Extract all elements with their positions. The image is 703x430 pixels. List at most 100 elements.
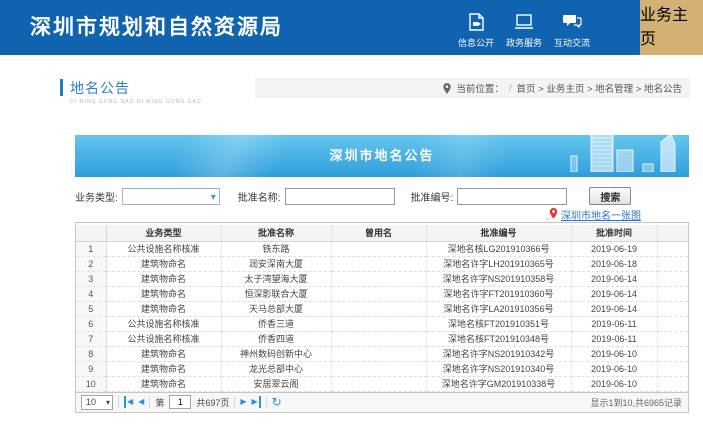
- col-header-approval-date: 批准时间: [571, 225, 657, 241]
- cell-business-type: 建筑物命名: [106, 301, 221, 316]
- table-row[interactable]: 7 公共设施名称核准 侨香四道 深地名核FT201910348号 2019-06…: [76, 331, 688, 346]
- cell-former-name: [331, 376, 426, 391]
- table-header-row: 业务类型 批准名称 曾用名 批准编号 批准时间: [76, 225, 688, 241]
- table-row[interactable]: 5 建筑物命名 天马总部大厦 深地名许字LA201910356号 2019-06…: [76, 301, 688, 316]
- cell-approved-name: 太子湾望海大厦: [221, 271, 331, 286]
- cell-approved-name: 铁东路: [221, 241, 331, 256]
- cell-approved-name: 安居翠云阁: [221, 376, 331, 391]
- banner-title: 深圳市地名公告: [75, 135, 689, 177]
- chevron-down-icon: ▾: [106, 396, 110, 409]
- pagination-controls: 10 ▾ ◀ ◀ 第 共697页 ▶ ▶ ↻: [76, 395, 590, 410]
- first-page-button[interactable]: ◀: [124, 396, 133, 408]
- chevron-down-icon: ▾: [211, 190, 216, 205]
- cell-business-type: 建筑物命名: [106, 286, 221, 301]
- table-row[interactable]: 8 建筑物命名 神州数码创新中心 深地名许字NS201910342号 2019-…: [76, 346, 688, 361]
- pagination-bar: 10 ▾ ◀ ◀ 第 共697页 ▶ ▶ ↻ 显示1到10,共6965记录: [75, 393, 689, 413]
- approved-name-input[interactable]: [285, 188, 395, 205]
- cell-approval-number: 深地名许字NS201910358号: [426, 271, 571, 286]
- business-type-select[interactable]: ▾: [122, 188, 220, 205]
- page-size-value: 10: [86, 397, 96, 407]
- table-body: 1 公共设施名称核准 铁东路 深地名核LG201910366号 2019-06-…: [76, 241, 688, 391]
- cell-business-type: 建筑物命名: [106, 256, 221, 271]
- row-index: 5: [76, 301, 106, 316]
- divider: [149, 396, 150, 408]
- cell-gutter: [657, 376, 688, 391]
- nav-item-info-disclosure[interactable]: 信息公开: [452, 0, 500, 55]
- last-page-button[interactable]: ▶: [252, 396, 261, 408]
- cell-former-name: [331, 286, 426, 301]
- col-header-former-name: 曾用名: [331, 225, 426, 241]
- row-index: 8: [76, 346, 106, 361]
- page-prefix-label: 第: [155, 396, 164, 409]
- cell-approval-date: 2019-06-10: [571, 346, 657, 361]
- approval-number-input[interactable]: [457, 188, 567, 205]
- map-link-row: 深圳市地名一张图: [75, 207, 689, 222]
- refresh-icon[interactable]: ↻: [272, 396, 282, 408]
- page: 深圳市规划和自然资源局 信息公开 政务服务 互动交流: [0, 0, 703, 430]
- row-index: 9: [76, 361, 106, 376]
- next-page-button[interactable]: ▶: [240, 396, 246, 408]
- cell-business-type: 建筑物命名: [106, 346, 221, 361]
- document-icon: [468, 11, 485, 33]
- results-table-wrap: 业务类型 批准名称 曾用名 批准编号 批准时间 1 公共设施名称核准 铁东路: [75, 222, 689, 393]
- section-accent-bar: [60, 79, 63, 96]
- nav-item-label: 互动交流: [554, 36, 590, 49]
- business-type-label: 业务类型:: [75, 189, 118, 204]
- top-nav: 信息公开 政务服务 互动交流: [452, 0, 596, 55]
- cell-approved-name: 侨香三道: [221, 316, 331, 331]
- cell-approval-date: 2019-06-14: [571, 271, 657, 286]
- divider: [266, 396, 267, 408]
- table-row[interactable]: 1 公共设施名称核准 铁东路 深地名核LG201910366号 2019-06-…: [76, 241, 688, 256]
- cell-approval-date: 2019-06-11: [571, 316, 657, 331]
- table-row[interactable]: 6 公共设施名称核准 侨香三道 深地名核FT201910351号 2019-06…: [76, 316, 688, 331]
- col-header-approval-number: 批准编号: [426, 225, 571, 241]
- total-pages-label: 共697页: [196, 396, 229, 409]
- cell-gutter: [657, 241, 688, 256]
- breadcrumb-prefix: 当前位置：: [456, 81, 504, 95]
- cell-business-type: 建筑物命名: [106, 271, 221, 286]
- search-button[interactable]: 搜索: [589, 187, 631, 205]
- cell-former-name: [331, 346, 426, 361]
- page-number-input[interactable]: [169, 395, 191, 409]
- nav-item-interaction[interactable]: 互动交流: [548, 0, 596, 55]
- city-map-link[interactable]: 深圳市地名一张图: [561, 207, 641, 222]
- cell-approved-name: 神州数码创新中心: [221, 346, 331, 361]
- cell-approval-number: 深地名许字FT201910360号: [426, 286, 571, 301]
- panel-banner: 深圳市地名公告: [75, 135, 689, 177]
- breadcrumb-path[interactable]: 首页 > 业务主页 > 地名管理 > 地名公告: [517, 81, 682, 95]
- page-size-select[interactable]: 10 ▾: [81, 395, 113, 410]
- row-index: 2: [76, 256, 106, 271]
- cell-gutter: [657, 256, 688, 271]
- divider: [234, 396, 235, 408]
- cell-approval-date: 2019-06-19: [571, 241, 657, 256]
- row-index: 1: [76, 241, 106, 256]
- table-row[interactable]: 10 建筑物命名 安居翠云阁 深地名许字GM201910338号 2019-06…: [76, 376, 688, 391]
- cell-approved-name: 龙光总部中心: [221, 361, 331, 376]
- table-row[interactable]: 2 建筑物命名 润安深南大厦 深地名许字LH201910365号 2019-06…: [76, 256, 688, 271]
- nav-item-gov-services[interactable]: 政务服务: [500, 0, 548, 55]
- nav-item-business-home[interactable]: 业务主页: [640, 0, 703, 55]
- cell-gutter: [657, 316, 688, 331]
- site-header: 深圳市规划和自然资源局 信息公开 政务服务 互动交流: [0, 0, 703, 55]
- location-pin-icon: [443, 83, 451, 94]
- red-pin-icon: [546, 208, 559, 222]
- table-row[interactable]: 4 建筑物命名 恒深影联合大厦 深地名许字FT201910360号 2019-0…: [76, 286, 688, 301]
- table-row[interactable]: 9 建筑物命名 龙光总部中心 深地名许字NS201910340号 2019-06…: [76, 361, 688, 376]
- cell-former-name: [331, 331, 426, 346]
- cell-approval-date: 2019-06-18: [571, 256, 657, 271]
- cell-approval-number: 深地名核FT201910351号: [426, 316, 571, 331]
- row-index: 6: [76, 316, 106, 331]
- table-row[interactable]: 3 建筑物命名 太子湾望海大厦 深地名许字NS201910358号 2019-0…: [76, 271, 688, 286]
- cell-former-name: [331, 361, 426, 376]
- announcement-panel: 深圳市地名公告 业务类型: ▾ 批准名称: 批准编号: 搜索 深圳市地名一张图: [75, 135, 689, 413]
- breadcrumb-separator: /: [509, 83, 512, 94]
- cell-approval-date: 2019-06-10: [571, 376, 657, 391]
- cell-approval-date: 2019-06-14: [571, 301, 657, 316]
- cell-approval-number: 深地名核FT201910348号: [426, 331, 571, 346]
- prev-page-button[interactable]: ◀: [138, 396, 144, 408]
- nav-item-label: 信息公开: [458, 36, 494, 49]
- filter-bar: 业务类型: ▾ 批准名称: 批准编号: 搜索: [75, 186, 689, 206]
- cell-approval-date: 2019-06-11: [571, 331, 657, 346]
- breadcrumb: 当前位置： / 首页 > 业务主页 > 地名管理 > 地名公告: [255, 78, 690, 98]
- cell-business-type: 建筑物命名: [106, 361, 221, 376]
